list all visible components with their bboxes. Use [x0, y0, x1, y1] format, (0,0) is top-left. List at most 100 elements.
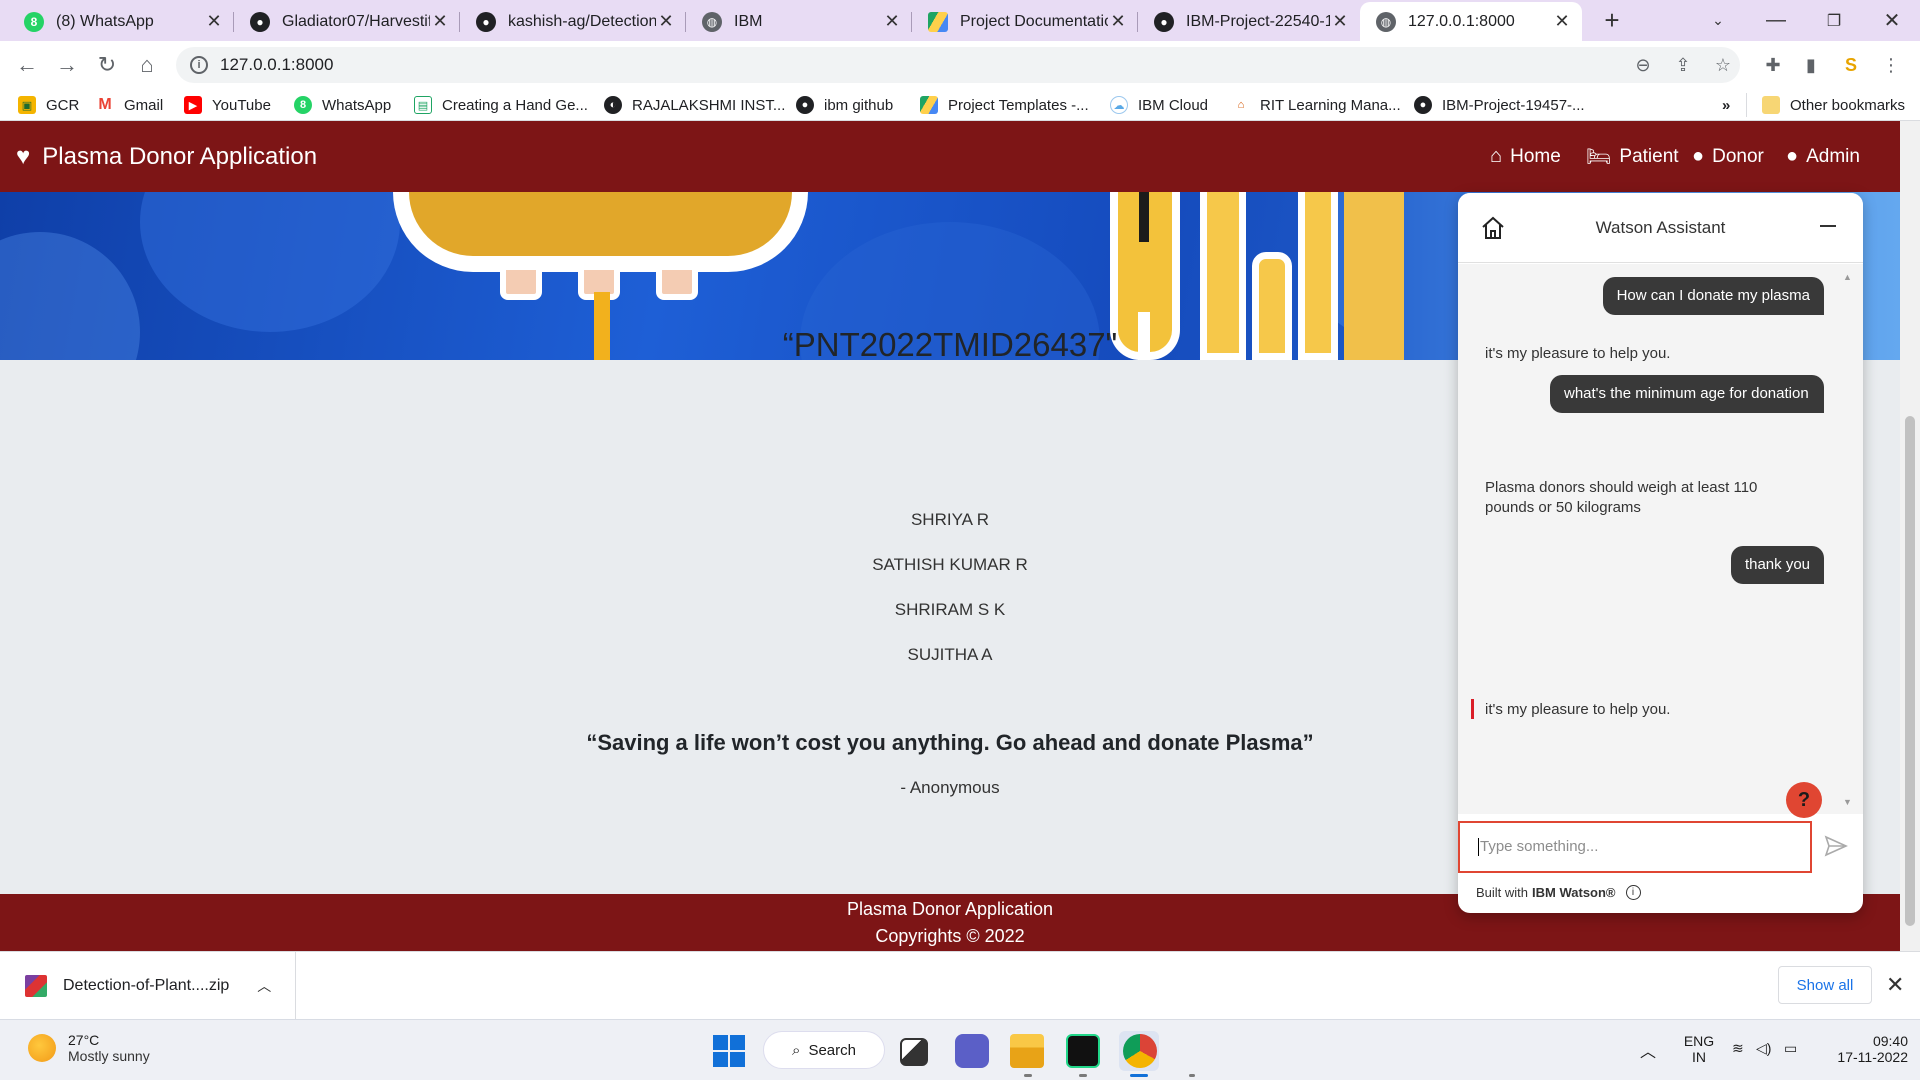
restore-window-button[interactable]: ❐ — [1810, 0, 1858, 41]
bookmark-ibm-github[interactable]: ● ibm github — [796, 93, 893, 117]
nav-patient[interactable]: 🛏 Patient — [1586, 121, 1679, 192]
tab-title: (8) WhatsApp — [56, 12, 154, 30]
bookmark-creating-hand[interactable]: ▤ Creating a Hand Ge... — [414, 93, 588, 117]
bot-message: Plasma donors should weigh at least 110 … — [1485, 479, 1758, 516]
help-button[interactable]: ? — [1786, 782, 1822, 818]
extensions-icon[interactable]: ✚ — [1758, 50, 1788, 80]
close-tab-icon[interactable]: ✕ — [1330, 11, 1350, 32]
bookmark-youtube[interactable]: ▶ YouTube — [184, 93, 271, 117]
nav-home[interactable]: ⌂ Home — [1490, 121, 1561, 192]
bookmark-whatsapp[interactable]: 8 WhatsApp — [294, 93, 391, 117]
bookmark-rajalakshmi[interactable]: ◐ RAJALAKSHMI INST... — [604, 93, 785, 117]
volume-icon[interactable]: ◁) — [1756, 1040, 1771, 1057]
scrollbar-thumb[interactable] — [1905, 416, 1915, 926]
bookmark-ibm-cloud[interactable]: ☁ IBM Cloud — [1110, 93, 1208, 117]
language-indicator[interactable]: ENG IN — [1674, 1033, 1724, 1065]
scroll-up-arrow-icon[interactable]: ▲ — [1843, 272, 1852, 282]
home-button[interactable]: ⌂ — [132, 50, 162, 80]
close-tab-icon[interactable]: ✕ — [656, 11, 676, 32]
info-icon[interactable]: i — [1625, 885, 1641, 900]
download-item[interactable]: Detection-of-Plant....zip ︿ — [0, 952, 296, 1020]
task-view-icon[interactable] — [900, 1038, 928, 1066]
chat-messages[interactable]: ▲ How can I donate my plasma it's my ple… — [1458, 264, 1863, 818]
show-all-downloads-button[interactable]: Show all — [1778, 966, 1872, 1004]
google-drive-icon — [920, 96, 938, 114]
whatsapp-icon: 8 — [24, 11, 44, 32]
running-indicator — [1024, 1074, 1032, 1077]
pycharm-icon[interactable] — [1066, 1034, 1100, 1068]
reload-button[interactable]: ↻ — [92, 50, 122, 80]
footer-copyright: Copyrights © 2022 — [875, 926, 1025, 946]
forward-button[interactable]: → — [52, 50, 82, 80]
bookmark-project-templates[interactable]: Project Templates -... — [920, 93, 1089, 117]
menu-kebab-icon[interactable]: ⋮ — [1876, 50, 1906, 80]
file-explorer-icon[interactable] — [1010, 1034, 1044, 1068]
watson-assistant-chat: Watson Assistant ▲ How can I donate my p… — [1458, 193, 1863, 913]
clock[interactable]: 09:40 17-11-2022 — [1818, 1033, 1908, 1065]
close-tab-icon[interactable]: ✕ — [882, 11, 902, 32]
more-bookmarks-button[interactable]: » — [1722, 93, 1730, 117]
battery-icon[interactable]: ▭ — [1784, 1040, 1797, 1057]
bookmark-label: Creating a Hand Ge... — [442, 96, 588, 114]
taskbar-search[interactable]: ⌕ Search — [763, 1031, 885, 1069]
minimize-window-button[interactable]: — — [1752, 0, 1800, 41]
close-tab-icon[interactable]: ✕ — [204, 11, 224, 32]
tab-project-documentation[interactable]: Project Documentatio ✕ — [912, 2, 1138, 41]
chrome-icon[interactable] — [1123, 1034, 1157, 1068]
minimize-chat-button[interactable] — [1820, 225, 1836, 227]
chat-input[interactable]: Type something... — [1458, 821, 1812, 873]
language-code: ENG — [1683, 1033, 1715, 1049]
share-icon[interactable]: ⇪ — [1668, 50, 1698, 80]
close-download-bar-icon[interactable]: ✕ — [1886, 972, 1904, 998]
youtube-icon: ▶ — [184, 96, 202, 114]
tab-ibm-project[interactable]: ● IBM-Project-22540-16 ✕ — [1138, 2, 1360, 41]
show-hidden-icons-chevron-icon[interactable]: ︿ — [1640, 1038, 1656, 1062]
send-icon[interactable] — [1823, 833, 1849, 859]
bot-message: it's my pleasure to help you. — [1485, 701, 1671, 718]
tab-title: IBM — [734, 12, 763, 30]
tab-detection[interactable]: ● kashish-ag/Detection ✕ — [460, 2, 686, 41]
site-info-icon[interactable]: i — [190, 56, 208, 74]
nav-label: Admin — [1806, 145, 1860, 167]
temperature: 27°C — [68, 1032, 100, 1048]
new-tab-button[interactable]: + — [1588, 0, 1636, 41]
nav-admin[interactable]: ● Admin — [1786, 121, 1860, 192]
teams-chat-icon[interactable] — [955, 1034, 989, 1068]
start-tile — [730, 1035, 745, 1050]
wifi-icon[interactable]: ≋ — [1732, 1040, 1744, 1057]
close-window-button[interactable]: ✕ — [1868, 0, 1916, 41]
windows-start-button[interactable] — [713, 1035, 745, 1067]
nav-donor[interactable]: ● Donor — [1692, 121, 1764, 192]
nav-label: Home — [1510, 145, 1561, 167]
bookmark-ibm-project[interactable]: ● IBM-Project-19457-... — [1414, 93, 1585, 117]
bookmark-rit-learning[interactable]: ⌂ RIT Learning Mana... — [1232, 93, 1401, 117]
side-panel-icon[interactable]: ▮ — [1796, 50, 1826, 80]
weather-widget[interactable]: 27°C Mostly sunny — [28, 1032, 150, 1064]
close-tab-icon[interactable]: ✕ — [1552, 11, 1572, 32]
tab-whatsapp[interactable]: 8 (8) WhatsApp ✕ — [8, 2, 234, 41]
google-drive-icon — [928, 11, 948, 32]
back-button[interactable]: ← — [12, 50, 42, 80]
bookmark-gmail[interactable]: M Gmail — [96, 93, 163, 117]
scroll-down-arrow-icon[interactable]: ▼ — [1843, 797, 1852, 807]
bookmark-gcr[interactable]: ▣ GCR — [18, 93, 79, 117]
tab-search-chevron-icon[interactable]: ⌄ — [1694, 0, 1742, 41]
download-bar: Detection-of-Plant....zip ︿ Show all ✕ — [0, 951, 1920, 1020]
address-bar[interactable]: i 127.0.0.1:8000 — [176, 47, 1740, 83]
page-scrollbar[interactable] — [1900, 121, 1920, 951]
close-tab-icon[interactable]: ✕ — [1108, 11, 1128, 32]
bookmark-star-icon[interactable]: ☆ — [1708, 50, 1738, 80]
tab-localhost[interactable]: ◍ 127.0.0.1:8000 ✕ — [1360, 2, 1582, 41]
start-tile — [730, 1052, 745, 1067]
other-bookmarks-folder[interactable]: Other bookmarks — [1762, 93, 1905, 117]
bookmark-label: Other bookmarks — [1790, 96, 1906, 114]
user-message: thank you — [1730, 546, 1824, 584]
windows-taskbar: 27°C Mostly sunny ⌕ Search ︿ ENG IN ≋ ◁) … — [0, 1019, 1920, 1080]
chevron-up-icon[interactable]: ︿ — [257, 976, 271, 996]
tab-harvestify[interactable]: ● Gladiator07/Harvestify ✕ — [234, 2, 460, 41]
profile-avatar[interactable]: S — [1836, 50, 1866, 80]
brand[interactable]: ♥ Plasma Donor Application — [16, 121, 317, 192]
close-tab-icon[interactable]: ✕ — [430, 11, 450, 32]
tab-ibm[interactable]: ◍ IBM ✕ — [686, 2, 912, 41]
zoom-icon[interactable]: ⊖ — [1628, 50, 1658, 80]
